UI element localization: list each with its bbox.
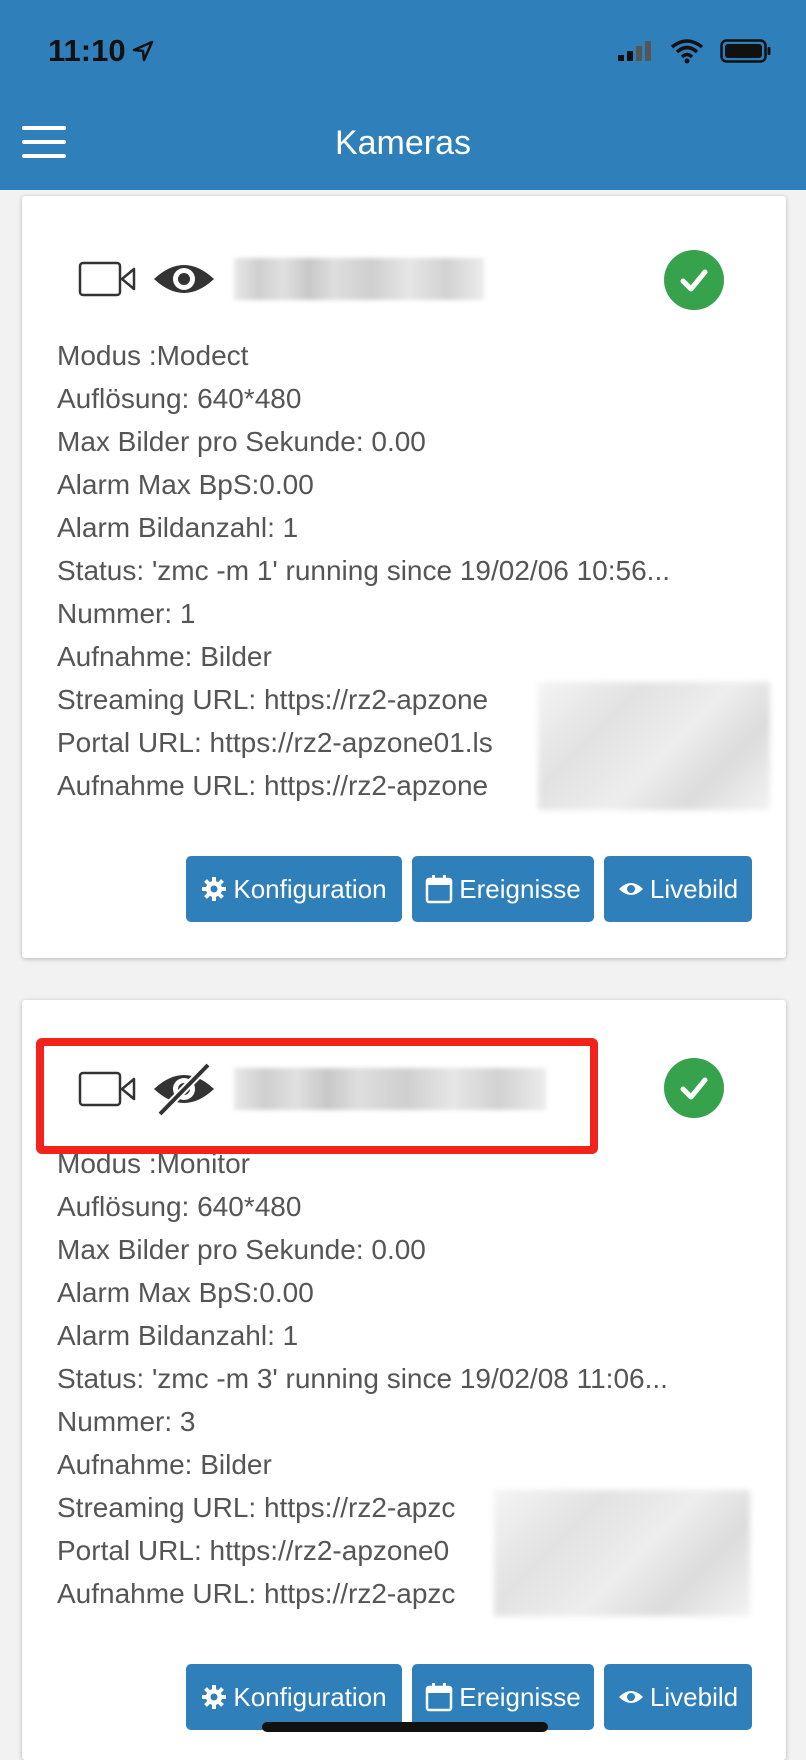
detail-status: Status: 'zmc -m 1' running since 19/02/0… [57, 555, 671, 586]
events-button-label: Ereignisse [459, 873, 581, 904]
wifi-icon [670, 39, 704, 64]
eye-icon[interactable] [152, 259, 216, 299]
status-time: 11:10 [48, 33, 126, 68]
home-indicator [262, 1722, 548, 1732]
video-camera-icon [78, 261, 136, 297]
events-button[interactable]: Ereignisse [412, 856, 594, 922]
gear-icon [202, 877, 227, 901]
config-button-label: Konfiguration [233, 873, 387, 904]
eye-icon [618, 1691, 643, 1703]
detail-alarm-frame-count: Alarm Bildanzahl: 1 [57, 512, 299, 543]
camera-actions: Konfiguration Ereignisse Livebild [186, 856, 752, 922]
live-button[interactable]: Livebild [604, 1664, 752, 1730]
detail-recording: Aufnahme: Bilder [57, 641, 272, 672]
check-circle-icon [664, 250, 724, 310]
detail-recording: Aufnahme: Bilder [57, 1449, 272, 1480]
calendar-icon [426, 1683, 453, 1712]
location-arrow-icon [132, 40, 154, 62]
calendar-icon [426, 875, 453, 904]
live-button-label: Livebild [649, 1681, 739, 1712]
config-button[interactable]: Konfiguration [186, 1664, 402, 1730]
detail-status: Status: 'zmc -m 3' running since 19/02/0… [57, 1363, 668, 1394]
events-button[interactable]: Ereignisse [412, 1664, 594, 1730]
detail-alarm-frame-count: Alarm Bildanzahl: 1 [57, 1320, 299, 1351]
detail-number: Nummer: 3 [57, 1406, 196, 1437]
check-circle-icon [664, 1058, 724, 1118]
config-button[interactable]: Konfiguration [186, 856, 402, 922]
camera-actions: Konfiguration Ereignisse Livebild [186, 1664, 752, 1730]
detail-resolution: Auflösung: 640*480 [57, 1191, 302, 1222]
eye-icon [618, 883, 643, 895]
live-button-label: Livebild [649, 873, 739, 904]
events-button-label: Ereignisse [459, 1681, 581, 1712]
camera-header [78, 249, 484, 309]
highlight-annotation [36, 1038, 598, 1154]
url-redaction [494, 1490, 750, 1616]
gear-icon [202, 1685, 227, 1709]
camera-name-redacted [234, 258, 484, 300]
live-button[interactable]: Livebild [604, 856, 752, 922]
config-button-label: Konfiguration [233, 1681, 387, 1712]
page-title: Kameras [334, 124, 472, 162]
status-bar: 11:10 [0, 0, 806, 100]
top-navbar: Kameras [0, 100, 806, 190]
battery-icon [720, 39, 771, 63]
detail-alarm-max-fps: Alarm Max BpS:0.00 [57, 1277, 314, 1308]
camera-card: Modus :Modect Auflösung: 640*480 Max Bil… [22, 196, 786, 958]
url-redaction [538, 682, 770, 810]
detail-resolution: Auflösung: 640*480 [57, 383, 302, 414]
detail-number: Nummer: 1 [57, 598, 196, 629]
detail-max-fps: Max Bilder pro Sekunde: 0.00 [57, 1234, 426, 1265]
detail-mode: Modus :Modect [57, 340, 249, 371]
signal-icon [618, 41, 651, 61]
detail-max-fps: Max Bilder pro Sekunde: 0.00 [57, 426, 426, 457]
detail-alarm-max-fps: Alarm Max BpS:0.00 [57, 469, 314, 500]
